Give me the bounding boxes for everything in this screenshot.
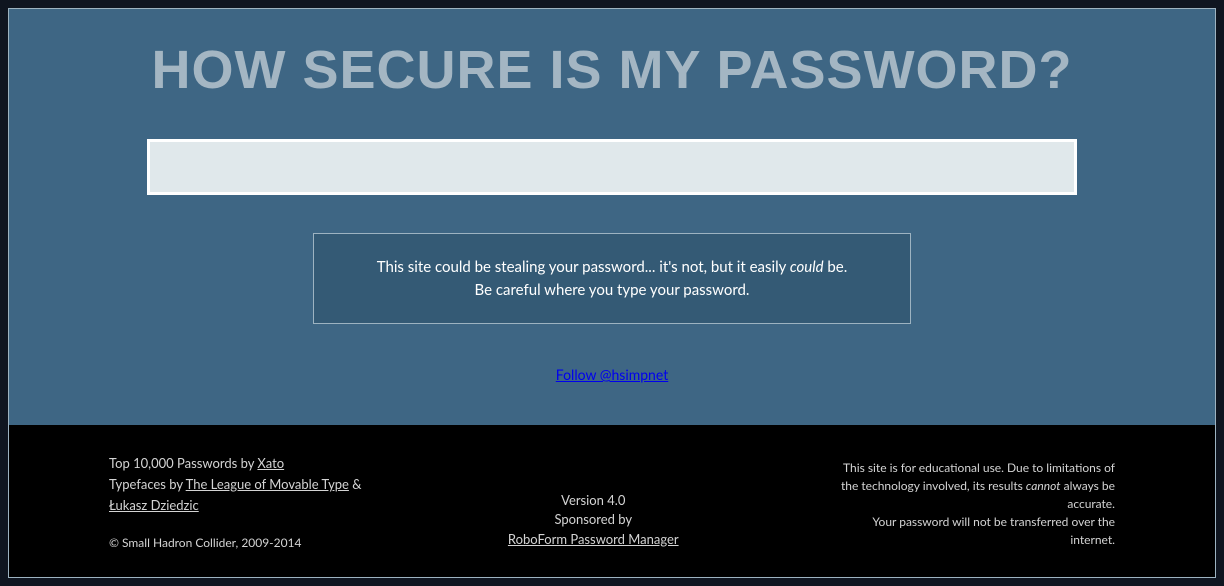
disclaimer-line-1: This site is for educational use. Due to… [825,459,1115,513]
footer: Top 10,000 Passwords by Xato Typefaces b… [9,425,1215,577]
sponsor-link[interactable]: RoboForm Password Manager [508,531,679,547]
password-input-wrapper [147,139,1077,195]
warning-line-1: This site could be stealing your passwor… [338,256,886,279]
page-border: HOW SECURE IS MY PASSWORD? This site cou… [8,8,1216,578]
page-title: HOW SECURE IS MY PASSWORD? [151,39,1072,101]
main-area: HOW SECURE IS MY PASSWORD? This site cou… [9,9,1215,425]
footer-right: This site is for educational use. Due to… [825,459,1115,559]
league-link[interactable]: The League of Movable Type [186,476,349,492]
footer-center: Version 4.0 Sponsored by RoboForm Passwo… [508,491,679,560]
lukasz-link[interactable]: Łukasz Dziedzic [109,497,199,513]
typefaces-credit: Typefaces by The League of Movable Type … [109,474,362,495]
sponsored-label: Sponsored by [508,510,679,530]
disclaimer-line-2: Your password will not be transferred ov… [825,513,1115,549]
version: Version 4.0 [508,491,679,511]
copyright: © Small Hadron Collider, 2009-2014 [109,533,362,552]
password-input[interactable] [150,142,1074,192]
warning-box: This site could be stealing your passwor… [313,233,911,324]
xato-link[interactable]: Xato [257,455,284,471]
follow-twitter-link[interactable]: Follow @hsimpnet [556,366,668,383]
footer-left: Top 10,000 Passwords by Xato Typefaces b… [109,453,362,559]
warning-line-2: Be careful where you type your password. [338,279,886,302]
passwords-credit: Top 10,000 Passwords by Xato [109,453,362,474]
